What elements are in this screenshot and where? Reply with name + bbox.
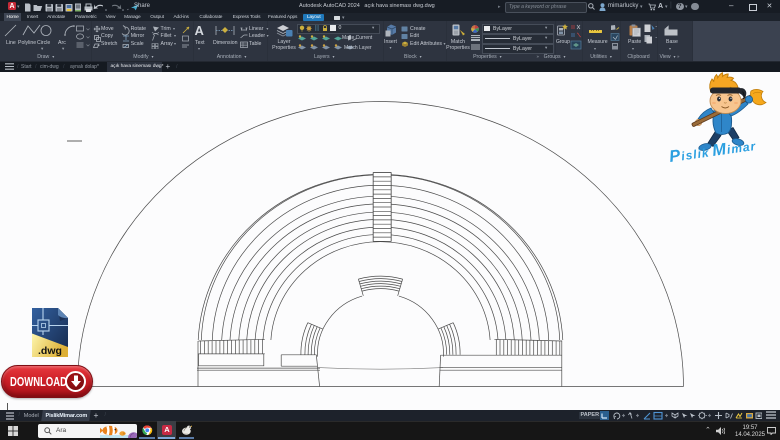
svg-text:.dwg: .dwg: [38, 345, 62, 357]
